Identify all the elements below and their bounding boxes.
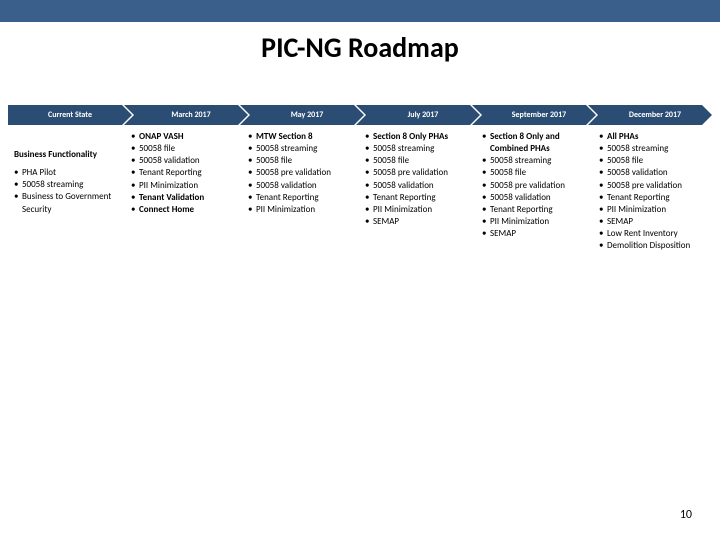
column-headers: Current State March 2017 May 2017 July 2… (8, 105, 712, 125)
list-item: 50058 file (248, 155, 357, 167)
column-july-2017: Section 8 Only PHAs 50058 streaming 5005… (353, 127, 478, 256)
list-item: 50058 validation (365, 180, 474, 192)
list-item: 50058 file (599, 155, 708, 167)
slide: PIC-NG Roadmap Current State March 2017 … (0, 0, 720, 540)
page-number: 10 (680, 508, 692, 522)
top-bar (0, 0, 720, 22)
header-label: May 2017 (240, 105, 364, 125)
list-item: SEMAP (365, 216, 474, 228)
list-item: 50058 streaming (482, 155, 591, 167)
list-item: PII Minimization (248, 204, 357, 216)
item-list: PHA Pilot 50058 streaming Business to Go… (14, 167, 123, 216)
header-label: Current State (8, 105, 132, 125)
lead-label: All PHAs (607, 131, 638, 142)
list-item: 50058 streaming (365, 143, 474, 155)
list-item: 50058 pre validation (248, 167, 357, 179)
item-list: All PHAs 50058 streaming 50058 file 5005… (599, 131, 708, 252)
list-item: MTW Section 8 (248, 131, 357, 143)
list-item: PII Minimization (599, 204, 708, 216)
header-arrow: March 2017 (124, 105, 248, 125)
list-item: Tenant Reporting (248, 192, 357, 204)
list-item: SEMAP (599, 216, 708, 228)
list-item: 50058 pre validation (365, 167, 474, 179)
list-item: 50058 pre validation (599, 180, 708, 192)
page-title: PIC-NG Roadmap (0, 30, 720, 65)
list-item: Connect Home (131, 204, 240, 216)
roadmap-container: Current State March 2017 May 2017 July 2… (0, 105, 720, 256)
list-item: Section 8 Only PHAs (365, 131, 474, 143)
list-item: PII Minimization (482, 216, 591, 228)
list-item: Tenant Reporting (131, 167, 240, 179)
column-current-state: Business Functionality PHA Pilot 50058 s… (8, 127, 127, 256)
list-item: Demolition Disposition (599, 240, 708, 252)
column-heading: Business Functionality (14, 149, 123, 161)
column-december-2017: All PHAs 50058 streaming 50058 file 5005… (587, 127, 712, 256)
list-item: 50058 validation (482, 192, 591, 204)
list-item: 50058 streaming (599, 143, 708, 155)
item-list: Section 8 Only and Combined PHAs 50058 s… (482, 131, 591, 240)
list-item: ONAP VASH (131, 131, 240, 143)
header-arrow: December 2017 (588, 105, 712, 125)
list-item: 50058 streaming (14, 179, 123, 191)
lead-label: Section 8 Only PHAs (373, 131, 448, 142)
list-item: 50058 file (131, 143, 240, 155)
list-item: Tenant Reporting (599, 192, 708, 204)
list-item: 50058 validation (248, 180, 357, 192)
bold-label: Connect Home (139, 204, 194, 215)
header-arrow: Current State (8, 105, 132, 125)
list-item: Tenant Reporting (482, 204, 591, 216)
list-item: PII Minimization (131, 180, 240, 192)
header-label: July 2017 (356, 105, 480, 125)
list-item: Tenant Reporting (365, 192, 474, 204)
column-may-2017: MTW Section 8 50058 streaming 50058 file… (236, 127, 361, 256)
list-item: 50058 pre validation (482, 180, 591, 192)
column-march-2017: ONAP VASH 50058 file 50058 validation Te… (119, 127, 244, 256)
header-arrow: May 2017 (240, 105, 364, 125)
list-item: Low Rent Inventory (599, 228, 708, 240)
list-item: Tenant Validation (131, 192, 240, 204)
list-item: 50058 streaming (248, 143, 357, 155)
item-list: Section 8 Only PHAs 50058 streaming 5005… (365, 131, 474, 228)
list-item: SEMAP (482, 228, 591, 240)
list-item: Business to Government Security (14, 191, 123, 215)
lead-label: Section 8 Only and Combined PHAs (490, 131, 560, 154)
list-item: 50058 validation (131, 155, 240, 167)
list-item: Section 8 Only and Combined PHAs (482, 131, 591, 155)
list-item: PII Minimization (365, 204, 474, 216)
list-item: All PHAs (599, 131, 708, 143)
header-arrow: September 2017 (472, 105, 596, 125)
lead-label: ONAP VASH (139, 131, 184, 142)
column-body-row: Business Functionality PHA Pilot 50058 s… (8, 127, 712, 256)
lead-label: MTW Section 8 (256, 131, 313, 142)
item-list: MTW Section 8 50058 streaming 50058 file… (248, 131, 357, 216)
list-item: 50058 file (482, 167, 591, 179)
header-label: September 2017 (472, 105, 596, 125)
list-item: PHA Pilot (14, 167, 123, 179)
header-arrow: July 2017 (356, 105, 480, 125)
header-label: March 2017 (124, 105, 248, 125)
header-label: December 2017 (588, 105, 712, 125)
list-item: 50058 validation (599, 167, 708, 179)
item-list: ONAP VASH 50058 file 50058 validation Te… (131, 131, 240, 216)
column-september-2017: Section 8 Only and Combined PHAs 50058 s… (470, 127, 595, 256)
list-item: 50058 file (365, 155, 474, 167)
bold-label: Tenant Validation (139, 192, 204, 203)
